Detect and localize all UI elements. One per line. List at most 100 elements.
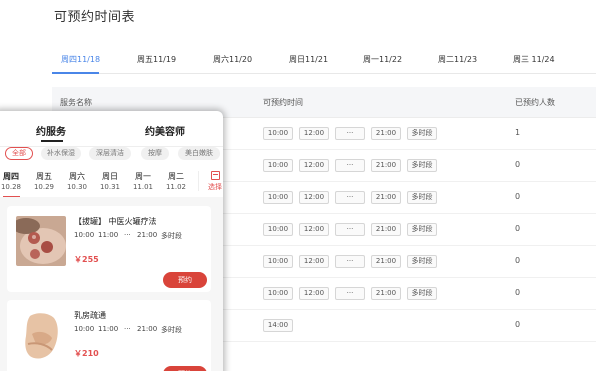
tab-date-2[interactable]: 周五11/19 [137,54,176,65]
time-slot[interactable]: 10:00 [263,159,293,172]
time-slot[interactable]: 21:00 [371,127,401,140]
filter-chip[interactable]: 按摩 [141,147,169,160]
divider [198,171,199,191]
time-slot[interactable]: 12:00 [299,159,329,172]
calendar-label: 选择 [208,183,222,191]
category-filters: 全部 补水保湿 深层清洁 按摩 美白嫩肤 [0,147,223,167]
time-slot[interactable]: 10:00 [263,223,293,236]
time-slot[interactable]: 12:00 [299,127,329,140]
time-slot: 10:00 [74,231,95,239]
multi-period-tag[interactable]: 多时段 [407,287,437,300]
time-slot[interactable]: 10:00 [263,127,293,140]
more-slots[interactable]: ··· [335,287,365,300]
multi-period-tag[interactable]: 多时段 [407,191,437,204]
tab-date-1[interactable]: 周四11/18 [61,54,100,65]
multi-period-tag[interactable]: 多时段 [407,127,437,140]
mobile-preview: 约服务 约美容师 全部 补水保湿 深层清洁 按摩 美白嫩肤 周四 10.28 周… [0,111,223,371]
date-cell[interactable]: 周日 10.31 [95,171,125,192]
date-cell[interactable]: 周五 10.29 [29,171,59,192]
booked-count: 0 [515,320,521,329]
time-slot[interactable]: 21:00 [371,255,401,268]
time-slot[interactable]: 14:00 [263,319,293,332]
filter-chip[interactable]: 美白嫩肤 [178,147,220,160]
book-button[interactable]: 预约 [163,366,207,371]
date-weekday: 周五 [36,172,52,181]
service-name: 乳房疏通 [74,311,106,320]
more-slots[interactable]: ··· [335,159,365,172]
booked-count: 0 [515,256,521,265]
more-slots: ··· [124,325,131,333]
multi-period-tag: 多时段 [161,232,182,240]
tab-date-3[interactable]: 周六11/20 [213,54,252,65]
page: 可预约时间表 周四11/18 周五11/19 周六11/20 周日11/21 周… [0,0,600,371]
booked-count: 0 [515,192,521,201]
tab-book-beautician[interactable]: 约美容师 [145,123,185,138]
filter-chip-all[interactable]: 全部 [5,147,33,160]
time-slot[interactable]: 21:00 [371,159,401,172]
date-day: 11.01 [132,183,154,191]
date-day: 10.30 [66,183,88,191]
header-booked-count: 已预约人数 [515,98,555,107]
date-tabs: 周四11/18 周五11/19 周六11/20 周日11/21 周一11/22 … [52,50,596,74]
date-day: 10.28 [0,183,22,191]
tab-book-service[interactable]: 约服务 [36,123,66,138]
more-slots: ··· [124,231,131,239]
time-slot[interactable]: 10:00 [263,255,293,268]
active-tab-indicator [52,72,99,74]
date-picker: 周四 10.28 周五 10.29 周六 10.30 周日 10.31 周一 1… [0,169,223,198]
book-button[interactable]: 预约 [163,272,207,288]
time-slot: 21:00 [137,231,158,239]
time-slot: 11:00 [98,325,119,333]
date-day: 10.29 [33,183,55,191]
time-slot[interactable]: 12:00 [299,191,329,204]
multi-period-tag[interactable]: 多时段 [407,255,437,268]
date-cell[interactable]: 周六 10.30 [62,171,92,192]
multi-period-tag[interactable]: 多时段 [407,223,437,236]
service-card[interactable]: 乳房疏通 10:00 11:00 ··· 21:00 多时段 ￥210 预约 [7,300,211,371]
more-slots[interactable]: ··· [335,127,365,140]
tab-date-4[interactable]: 周日11/21 [289,54,328,65]
date-weekday: 周一 [135,172,151,181]
more-slots[interactable]: ··· [335,255,365,268]
service-price: ￥210 [74,349,99,358]
date-day: 10.31 [99,183,121,191]
service-list: 【拔罐】 中医火罐疗法 10:00 11:00 ··· 21:00 多时段 ￥2… [0,197,223,371]
time-slot: 11:00 [98,231,119,239]
tab-date-7[interactable]: 周三 11/24 [513,54,555,65]
active-tab-indicator [41,140,63,142]
date-cell[interactable]: 周四 10.28 [0,171,26,192]
time-slot[interactable]: 21:00 [371,287,401,300]
header-service-name: 服务名称 [60,98,92,107]
service-thumbnail [16,216,66,266]
service-card[interactable]: 【拔罐】 中医火罐疗法 10:00 11:00 ··· 21:00 多时段 ￥2… [7,206,211,292]
time-slot[interactable]: 12:00 [299,223,329,236]
calendar-icon [210,171,220,180]
date-weekday: 周二 [168,172,184,181]
service-price: ￥255 [74,255,99,264]
time-slot[interactable]: 21:00 [371,191,401,204]
booked-count: 0 [515,224,521,233]
filter-chip[interactable]: 补水保湿 [41,147,81,160]
date-cell[interactable]: 周二 11.02 [161,171,191,192]
tab-date-6[interactable]: 周二11/23 [438,54,477,65]
filter-chip[interactable]: 深层清洁 [89,147,131,160]
tab-date-5[interactable]: 周一11/22 [363,54,402,65]
time-slot[interactable]: 21:00 [371,223,401,236]
time-slot[interactable]: 12:00 [299,255,329,268]
multi-period-tag[interactable]: 多时段 [407,159,437,172]
booked-count: 0 [515,160,521,169]
multi-period-tag: 多时段 [161,326,182,334]
booked-count: 0 [515,288,521,297]
calendar-button[interactable]: 选择 [204,171,223,192]
mobile-tab-bar: 约服务 约美容师 [0,111,223,147]
time-slot[interactable]: 10:00 [263,191,293,204]
more-slots[interactable]: ··· [335,223,365,236]
service-thumbnail [16,310,66,360]
date-weekday: 周日 [102,172,118,181]
time-slot: 10:00 [74,325,95,333]
page-title: 可预约时间表 [54,10,136,25]
time-slot[interactable]: 12:00 [299,287,329,300]
date-cell[interactable]: 周一 11.01 [128,171,158,192]
time-slot[interactable]: 10:00 [263,287,293,300]
more-slots[interactable]: ··· [335,191,365,204]
